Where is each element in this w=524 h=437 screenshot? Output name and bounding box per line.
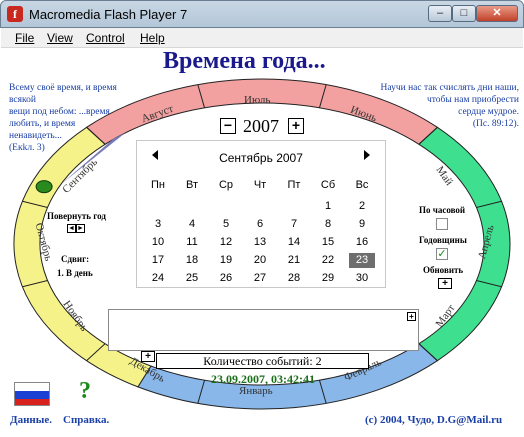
weekday-header: Пн xyxy=(151,179,165,191)
menu-control[interactable]: Control xyxy=(86,31,125,45)
data-link[interactable]: Данные. xyxy=(10,414,52,426)
calendar-day[interactable]: 17 xyxy=(145,253,171,268)
calendar-day[interactable]: 27 xyxy=(247,271,273,286)
year-decrement-button[interactable]: − xyxy=(220,118,236,134)
help-question-icon[interactable]: ? xyxy=(79,378,91,405)
month-calendar: Сентябрь 2007 Пн Вт Ср Чт Пт Сб Вс 1 2 3 4 5 6 7 8 9 10 1… xyxy=(136,140,386,288)
page-title: Времена года... xyxy=(163,48,326,74)
calendar-day[interactable]: 30 xyxy=(349,271,375,286)
weekday-header: Ср xyxy=(218,179,234,191)
calendar-day[interactable]: 3 xyxy=(145,217,171,232)
calendar-day[interactable]: 22 xyxy=(315,253,341,268)
current-datetime: 23.09.2007, 03:42:41 xyxy=(211,372,315,386)
calendar-day[interactable]: 21 xyxy=(281,253,307,268)
events-expand-button[interactable]: + xyxy=(407,312,416,321)
hourly-checkbox[interactable] xyxy=(436,218,448,230)
rotate-right-button[interactable]: ► xyxy=(76,224,85,233)
calendar-day[interactable]: 12 xyxy=(213,235,239,250)
calendar-day[interactable]: 26 xyxy=(213,271,239,286)
year-increment-button[interactable]: + xyxy=(288,118,304,134)
calendar-day[interactable]: 16 xyxy=(349,235,375,250)
refresh-button[interactable]: + xyxy=(438,278,452,289)
window-titlebar: f Macromedia Flash Player 7 – □ ✕ xyxy=(0,0,524,28)
calendar-day[interactable]: 28 xyxy=(281,271,307,286)
minimize-button[interactable]: – xyxy=(428,5,452,22)
menu-file[interactable]: File xyxy=(15,31,34,45)
events-count: Количество событий: 2 xyxy=(156,353,369,369)
calendar-day[interactable]: 11 xyxy=(179,235,205,250)
calendar-day[interactable]: 15 xyxy=(315,235,341,250)
calendar-day[interactable]: 7 xyxy=(281,217,307,232)
calendar-day[interactable]: 19 xyxy=(213,253,239,268)
calendar-day[interactable]: 29 xyxy=(315,271,341,286)
window-title: Macromedia Flash Player 7 xyxy=(29,7,188,22)
anniversaries-checkbox[interactable]: ✓ xyxy=(436,248,448,260)
beetle-marker-icon[interactable] xyxy=(35,180,53,194)
quote-right: Научи нас так счислять дни наши, чтобы на… xyxy=(380,83,519,129)
selected-day[interactable]: 23 xyxy=(349,253,375,268)
month-label-jul[interactable]: Июль xyxy=(244,94,270,106)
close-button[interactable]: ✕ xyxy=(476,5,518,22)
calendar-day[interactable]: 20 xyxy=(247,253,273,268)
menu-bar: File View Control Help xyxy=(1,28,523,48)
calendar-day[interactable]: 4 xyxy=(179,217,205,232)
calendar-day[interactable]: 24 xyxy=(145,271,171,286)
menu-view[interactable]: View xyxy=(47,31,73,45)
weekday-header: Вс xyxy=(355,179,369,191)
year-value: 2007 xyxy=(243,116,279,136)
events-list[interactable]: + xyxy=(108,309,419,351)
quote-left: Всему своё время, и время всякой вещи под… xyxy=(9,83,117,153)
calendar-day[interactable]: 1 xyxy=(315,199,341,214)
calendar-day[interactable]: 14 xyxy=(281,235,307,250)
calendar-day[interactable]: 13 xyxy=(247,235,273,250)
refresh-label: Обновить xyxy=(423,265,464,275)
weekday-header: Сб xyxy=(320,179,336,191)
shift-label: Сдвиг: xyxy=(61,254,90,264)
shift-value[interactable]: 1. В день xyxy=(57,268,93,278)
calendar-day[interactable]: 9 xyxy=(349,217,375,232)
copyright-text: (c) 2004, Чудо, D.G@Mail.ru xyxy=(365,414,503,426)
russian-flag-icon[interactable] xyxy=(14,382,50,406)
calendar-day[interactable]: 18 xyxy=(179,253,205,268)
calendar-title: Сентябрь 2007 xyxy=(219,151,303,165)
calendar-day[interactable]: 5 xyxy=(213,217,239,232)
add-event-button[interactable]: + xyxy=(141,351,155,362)
calendar-day[interactable]: 6 xyxy=(247,217,273,232)
rotate-year-label: Повернуть год xyxy=(47,211,106,221)
weekday-header: Вт xyxy=(185,179,198,191)
calendar-day[interactable]: 25 xyxy=(179,271,205,286)
weekday-header: Чт xyxy=(253,179,267,191)
help-link[interactable]: Справка. xyxy=(63,414,109,426)
calendar-day[interactable]: 10 xyxy=(145,235,171,250)
menu-help[interactable]: Help xyxy=(140,31,165,45)
maximize-button[interactable]: □ xyxy=(452,5,476,22)
rotate-left-button[interactable]: ◄ xyxy=(67,224,76,233)
flash-app-icon: f xyxy=(7,6,23,22)
flash-stage: Времена года... Всему своё время, и врем… xyxy=(3,48,521,434)
weekday-header: Пт xyxy=(287,179,301,191)
calendar-day[interactable]: 2 xyxy=(349,199,375,214)
next-month-icon[interactable] xyxy=(364,150,370,160)
calendar-day[interactable]: 8 xyxy=(315,217,341,232)
anniversaries-label: Годовщины xyxy=(419,235,467,245)
hourly-label: По часовой xyxy=(419,205,466,215)
